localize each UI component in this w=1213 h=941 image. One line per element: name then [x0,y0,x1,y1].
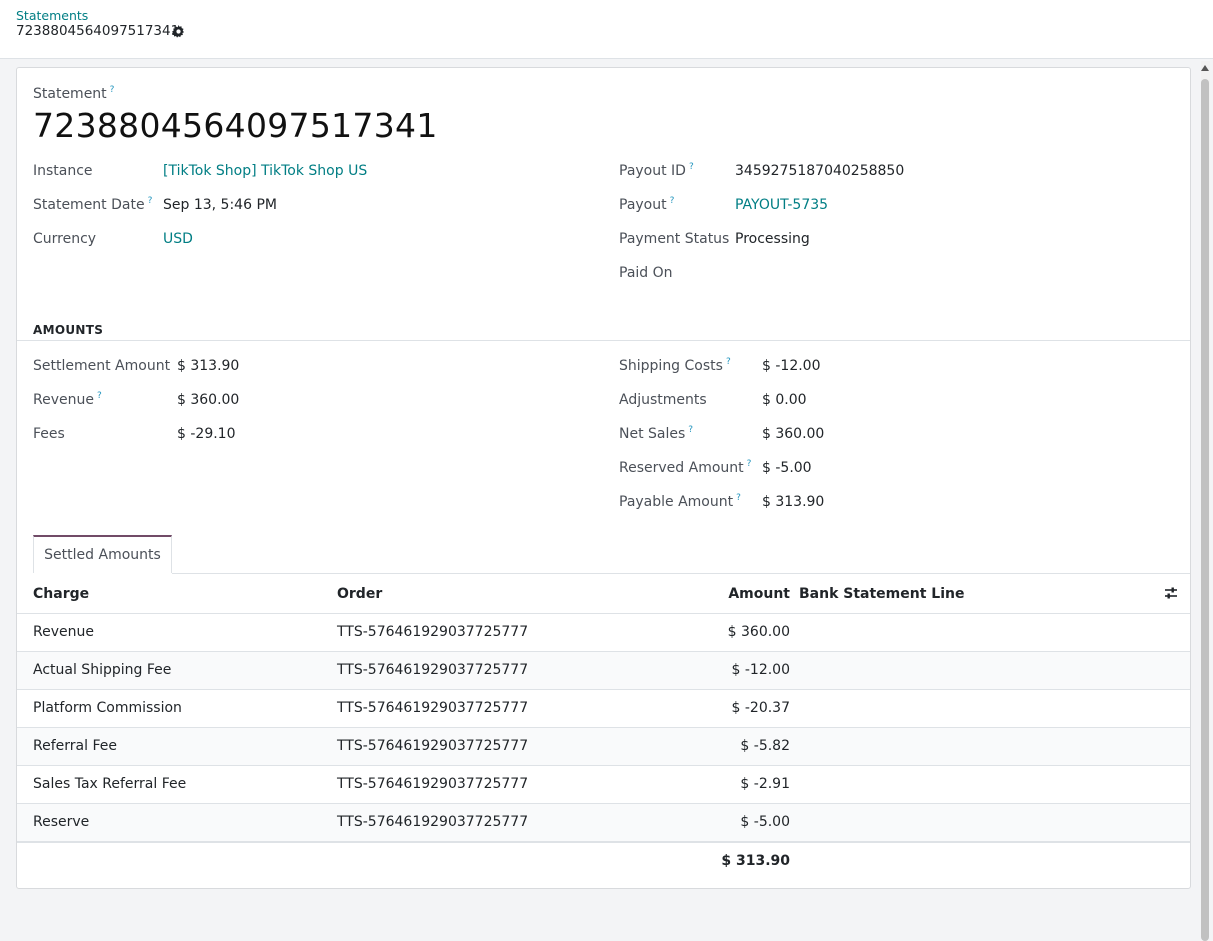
amount-cell: $ -20.37 [731,700,791,716]
charge-cell: Reserve [33,814,90,830]
amount-cell: $ -12.00 [731,662,791,678]
total-amount: $ 313.90 [721,853,790,869]
charge-cell: Actual Shipping Fee [33,662,172,678]
order-cell: TTS-576461929037725777 [337,814,529,830]
form-sheet: Statement? 7238804564097517341 Instance … [16,67,1191,889]
amounts-heading: AMOUNTS [33,323,104,337]
order-cell: TTS-576461929037725777 [337,624,529,640]
payment-status-value: Processing [735,231,810,247]
scrollbar[interactable] [1199,61,1211,941]
sliders-icon[interactable] [1164,586,1178,600]
order-cell: TTS-576461929037725777 [337,738,529,754]
table-row[interactable]: Revenue TTS-576461929037725777 $ 360.00 [17,613,1190,651]
help-tooltip-icon[interactable]: ? [688,425,693,435]
statement-date-label: Statement Date? [33,196,153,213]
payout-link[interactable]: PAYOUT-5735 [735,197,828,213]
paid-on-label: Paid On [619,265,673,281]
order-cell: TTS-576461929037725777 [337,700,529,716]
shipping-costs-value: $ -12.00 [762,358,821,374]
statement-date-value: Sep 13, 5:46 PM [163,197,277,213]
amount-cell: $ -5.00 [740,814,790,830]
breadcrumb-statements[interactable]: Statements [16,8,88,23]
charge-cell: Sales Tax Referral Fee [33,776,187,792]
currency-label: Currency [33,231,97,247]
tab-settled-amounts[interactable]: Settled Amounts [33,535,172,573]
gear-icon[interactable] [172,25,185,38]
scroll-up-arrow-icon[interactable] [1201,65,1209,71]
net-sales-value: $ 360.00 [762,426,825,442]
settlement-amount-value: $ 313.90 [177,358,240,374]
help-tooltip-icon[interactable]: ? [747,459,752,469]
help-tooltip-icon[interactable]: ? [110,85,115,95]
section-divider [17,340,1190,341]
instance-link[interactable]: [TikTok Shop] TikTok Shop US [163,163,367,179]
adjustments-value: $ 0.00 [762,392,807,408]
column-header-order[interactable]: Order [337,586,382,602]
settlement-amount-label: Settlement Amount [33,358,171,374]
column-header-bank-statement-line[interactable]: Bank Statement Line [799,586,964,602]
payment-status-label: Payment Status [619,231,730,247]
tab-label: Settled Amounts [44,547,161,563]
currency-link[interactable]: USD [163,231,193,247]
amount-cell: $ -2.91 [740,776,790,792]
help-tooltip-icon[interactable]: ? [689,162,694,172]
amount-cell: $ 360.00 [727,624,790,640]
reserved-amount-label: Reserved Amount? [619,459,752,476]
help-tooltip-icon[interactable]: ? [97,391,102,401]
charge-cell: Revenue [33,624,94,640]
amount-cell: $ -5.82 [740,738,790,754]
help-tooltip-icon[interactable]: ? [670,196,675,206]
payout-label: Payout? [619,196,675,213]
table-row[interactable]: Referral Fee TTS-576461929037725777 $ -5… [17,727,1190,765]
help-tooltip-icon[interactable]: ? [148,196,153,206]
column-header-amount[interactable]: Amount [728,586,790,602]
charge-cell: Platform Commission [33,700,182,716]
table-row[interactable]: Reserve TTS-576461929037725777 $ -5.00 [17,803,1190,841]
revenue-value: $ 360.00 [177,392,240,408]
instance-label: Instance [33,163,93,179]
payable-amount-value: $ 313.90 [762,494,825,510]
revenue-label: Revenue? [33,391,102,408]
reserved-amount-value: $ -5.00 [762,460,812,476]
scrollbar-thumb[interactable] [1201,79,1209,941]
payable-amount-label: Payable Amount? [619,493,741,510]
page-title: 7238804564097517341 [33,106,438,145]
control-panel: Statements 7238804564097517341 [0,0,1213,59]
table-row[interactable]: Sales Tax Referral Fee TTS-5764619290377… [17,765,1190,803]
order-cell: TTS-576461929037725777 [337,662,529,678]
shipping-costs-label: Shipping Costs? [619,357,731,374]
tab-baseline [172,573,1190,574]
breadcrumb-current: 7238804564097517341 [16,23,180,39]
fees-label: Fees [33,426,65,442]
table-row[interactable]: Actual Shipping Fee TTS-5764619290377257… [17,651,1190,689]
payout-id-label: Payout ID? [619,162,694,179]
table-row[interactable]: Platform Commission TTS-5764619290377257… [17,689,1190,727]
payout-id-value: 3459275187040258850 [735,163,905,179]
help-tooltip-icon[interactable]: ? [726,357,731,367]
table-footer: $ 313.90 [17,841,1190,879]
help-tooltip-icon[interactable]: ? [736,493,741,503]
net-sales-label: Net Sales? [619,425,694,442]
order-cell: TTS-576461929037725777 [337,776,529,792]
column-header-charge[interactable]: Charge [33,586,89,602]
statement-label: Statement? [33,85,115,102]
fees-value: $ -29.10 [177,426,236,442]
adjustments-label: Adjustments [619,392,707,408]
charge-cell: Referral Fee [33,738,117,754]
